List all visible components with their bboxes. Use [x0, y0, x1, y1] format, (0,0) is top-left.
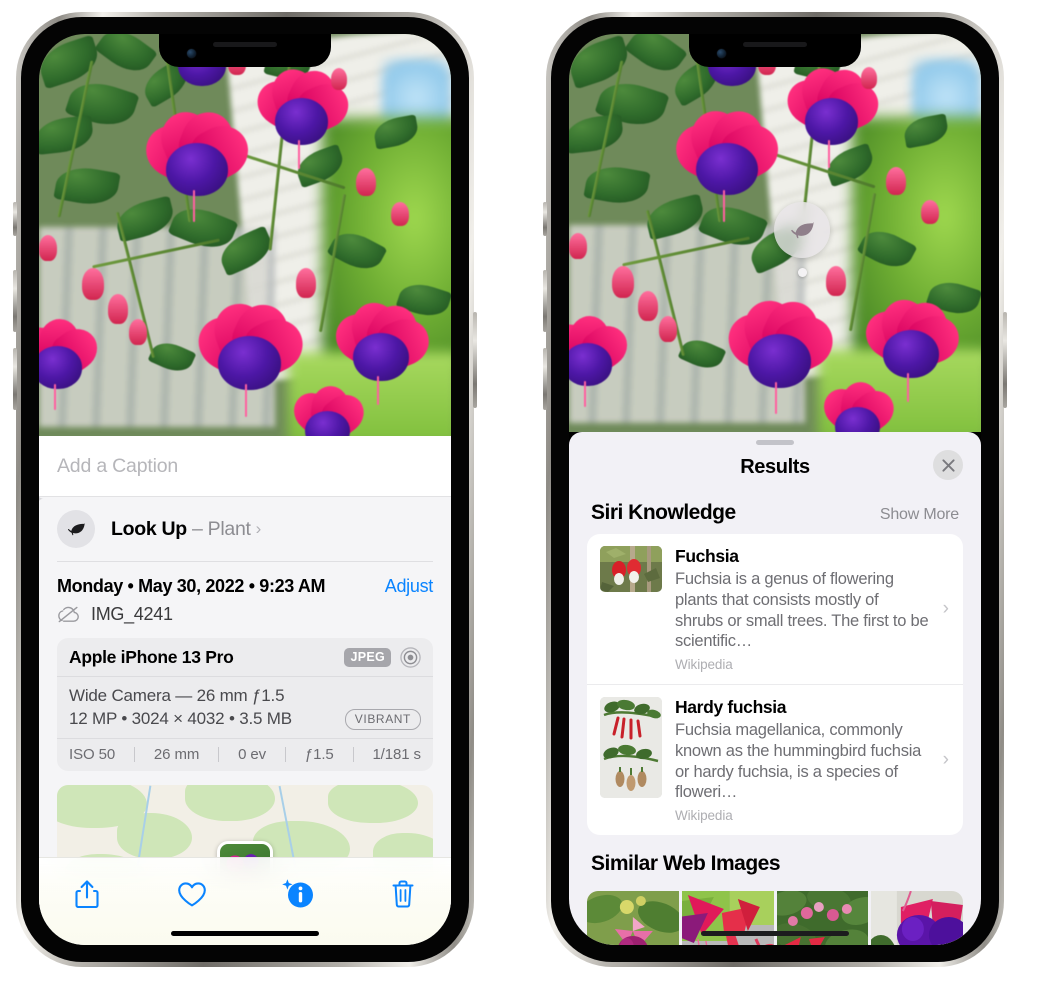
close-icon[interactable] [933, 450, 963, 480]
heart-icon[interactable] [170, 874, 214, 914]
photo-info-sheet: Add a Caption ✦ ✦ Look Up – Pla [39, 436, 451, 945]
knowledge-card-list: Fuchsia Fuchsia is a genus of flowering … [587, 534, 963, 836]
chevron-right-icon: › [255, 519, 262, 538]
web-image-1-pink-fuchsia[interactable] [587, 891, 679, 945]
camera-model: Apple iPhone 13 Pro [69, 646, 234, 667]
list-item[interactable]: Fuchsia Fuchsia is a genus of flowering … [587, 534, 963, 684]
knowledge-text: Fuchsia Fuchsia is a genus of flowering … [675, 546, 951, 672]
show-more-button[interactable]: Show More [880, 506, 959, 524]
info-sparkle-icon[interactable] [276, 874, 320, 914]
iphone-left-device: Add a Caption ✦ ✦ Look Up – Pla [13, 12, 477, 967]
results-sheet: Results Siri Knowledge Show More Fuchsia… [569, 432, 981, 945]
photo-filename: IMG_4241 [91, 603, 173, 624]
similar-web-images-header: Similar Web Images [569, 835, 981, 885]
exif-stats: ISO 50 26 mm 0 ev ƒ1.5 1/181 s [57, 737, 433, 771]
power-button[interactable] [1003, 312, 1007, 408]
card-source: Wikipedia [675, 657, 733, 673]
fuchsia-photo [39, 34, 451, 436]
exif-focal: 26 mm [153, 745, 200, 763]
look-up-sep: – [186, 517, 208, 540]
hardy-fuchsia-branch-thumb [600, 697, 662, 799]
exif-shutter: 1/181 s [372, 745, 421, 763]
front-camera-icon [717, 49, 726, 58]
silent-switch[interactable] [543, 202, 547, 236]
volume-up-button[interactable] [543, 270, 547, 332]
web-image-3-fuchsia-bush[interactable] [776, 891, 869, 945]
section-title: Similar Web Images [591, 852, 781, 876]
earpiece-speaker [743, 42, 807, 47]
device-bezel: Results Siri Knowledge Show More Fuchsia… [551, 17, 999, 962]
screen-right: Results Siri Knowledge Show More Fuchsia… [569, 34, 981, 945]
exif-iso: ISO 50 [69, 745, 116, 763]
exif-card[interactable]: Apple iPhone 13 Pro JPEG Wide Camera — 2… [57, 637, 433, 771]
card-description: Fuchsia is a genus of flowering plants t… [675, 570, 929, 651]
visual-look-up-anchor-dot [798, 268, 807, 277]
photographic-style-badge: VIBRANT [344, 708, 421, 730]
adjust-button[interactable]: Adjust [385, 576, 434, 597]
exif-body: Wide Camera — 26 mm ƒ1.5 12 MP • 3024 × … [57, 677, 433, 738]
caption-input[interactable]: Add a Caption [57, 455, 178, 478]
volume-down-button[interactable] [13, 348, 17, 410]
lens-info: Wide Camera — 26 mm ƒ1.5 [69, 685, 285, 705]
card-title: Hardy fuchsia [675, 697, 787, 718]
web-image-2-red-fuchsia[interactable] [681, 891, 774, 945]
silent-switch[interactable] [13, 202, 17, 236]
exif-aperture: ƒ1.5 [304, 745, 334, 763]
photo-viewer[interactable] [569, 34, 981, 432]
cloud-slash-icon [57, 606, 81, 623]
caption-row[interactable]: Add a Caption [39, 436, 451, 497]
list-item[interactable]: Hardy fuchsia Fuchsia magellanica, commo… [587, 684, 963, 835]
siri-knowledge-header: Siri Knowledge Show More [569, 489, 981, 534]
chevron-right-icon: › [942, 749, 949, 771]
knowledge-text: Hardy fuchsia Fuchsia magellanica, commo… [675, 697, 951, 823]
card-source: Wikipedia [675, 808, 733, 824]
earpiece-speaker [213, 42, 277, 47]
results-title: Results [740, 455, 810, 478]
photo-date: Monday • May 30, 2022 • 9:23 AM [57, 575, 326, 596]
card-title: Fuchsia [675, 546, 739, 566]
exif-header: Apple iPhone 13 Pro JPEG [57, 638, 433, 677]
share-icon[interactable] [65, 874, 109, 914]
iphone-right-device: Results Siri Knowledge Show More Fuchsia… [543, 12, 1007, 967]
notch [689, 34, 861, 67]
sparkle-icon: ✦ [39, 491, 44, 508]
power-button[interactable] [473, 312, 477, 408]
home-indicator[interactable] [701, 931, 849, 936]
results-header: Results [569, 445, 981, 489]
camera-lens-icon [400, 646, 421, 668]
volume-up-button[interactable] [13, 270, 17, 332]
similar-web-images-strip[interactable] [569, 891, 981, 945]
screen-left: Add a Caption ✦ ✦ Look Up – Pla [39, 34, 451, 945]
exif-exposure: 0 ev [238, 745, 267, 763]
photo-metadata: Monday • May 30, 2022 • 9:23 AM Adjust I… [39, 561, 451, 625]
card-description: Fuchsia magellanica, commonly known as t… [675, 721, 922, 802]
device-bezel: Add a Caption ✦ ✦ Look Up – Pla [21, 17, 469, 962]
notch [159, 34, 331, 67]
fuchsia-red-flowers-thumb [600, 546, 662, 592]
section-title: Siri Knowledge [591, 501, 736, 524]
volume-down-button[interactable] [543, 348, 547, 410]
look-up-subject: Plant [207, 517, 251, 540]
leaf-icon [57, 510, 95, 548]
resolution-info: 12 MP • 3024 × 4032 • 3.5 MB [69, 709, 292, 728]
visual-look-up-badge[interactable] [774, 202, 830, 258]
format-badge: JPEG [344, 647, 391, 667]
look-up-row[interactable]: ✦ ✦ Look Up – Plant › [39, 491, 451, 561]
look-up-section: ✦ ✦ Look Up – Plant › [39, 491, 451, 905]
trash-icon[interactable] [381, 874, 425, 914]
chevron-right-icon: › [942, 598, 949, 620]
front-camera-icon [187, 49, 196, 58]
web-image-4-purple-fuchsia[interactable] [871, 891, 963, 945]
look-up-label: Look Up – Plant [111, 518, 251, 541]
photo-viewer[interactable] [39, 34, 451, 436]
look-up-title: Look Up [111, 517, 187, 540]
home-indicator[interactable] [171, 931, 319, 936]
